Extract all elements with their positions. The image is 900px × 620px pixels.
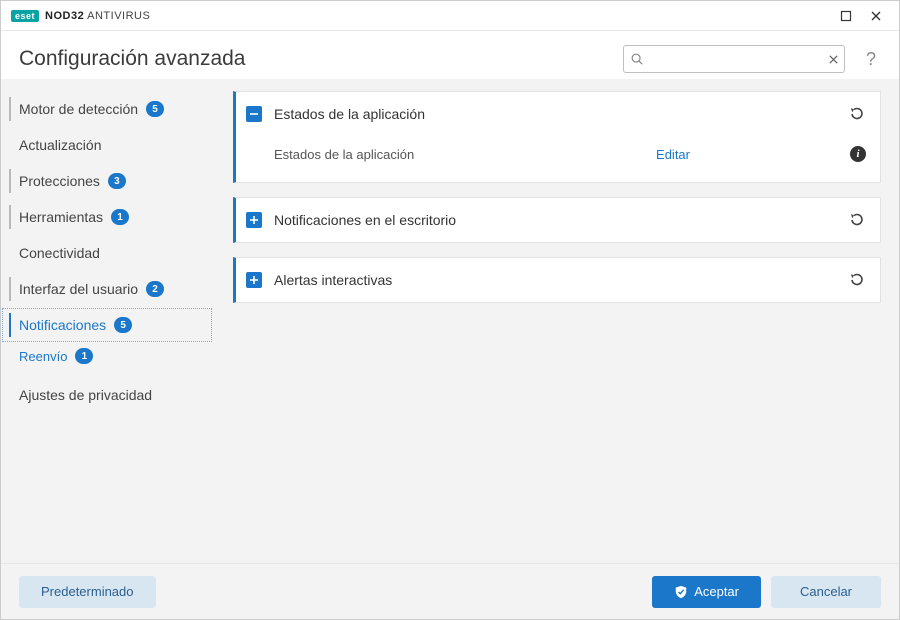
setting-label: Estados de la aplicación: [274, 147, 656, 162]
sidebar-item-badge: 3: [108, 173, 126, 189]
page-title: Configuración avanzada: [19, 47, 611, 71]
shield-icon: [674, 585, 688, 599]
panel-title: Estados de la aplicación: [274, 106, 846, 122]
close-icon: [870, 10, 882, 22]
setting-row-app-states: Estados de la aplicación Editar i: [274, 140, 866, 168]
sidebar-item-protections[interactable]: Protecciones 3: [1, 163, 213, 199]
help-button[interactable]: ?: [861, 49, 881, 69]
sidebar-item-notifications[interactable]: Notificaciones 5: [1, 307, 213, 343]
panel-reset-button[interactable]: [846, 104, 866, 124]
undo-icon: [848, 106, 864, 122]
brand-text: NOD32 ANTIVIRUS: [45, 10, 150, 22]
sidebar-item-tools[interactable]: Herramientas 1: [1, 199, 213, 235]
brand-text-rest: ANTIVIRUS: [87, 10, 150, 22]
sidebar-subitem-badge: 1: [75, 348, 93, 364]
sidebar-item-update[interactable]: Actualización: [1, 127, 213, 163]
body: Motor de detección 5 Actualización Prote…: [1, 79, 899, 563]
panel-reset-button[interactable]: [846, 210, 866, 230]
cancel-button[interactable]: Cancelar: [771, 576, 881, 608]
brand: eset NOD32 ANTIVIRUS: [11, 10, 150, 22]
sidebar-item-label: Ajustes de privacidad: [19, 387, 152, 403]
panel-reset-button[interactable]: [846, 270, 866, 290]
app-window: eset NOD32 ANTIVIRUS Configuración avanz…: [0, 0, 900, 620]
window-maximize-button[interactable]: [831, 4, 861, 28]
sidebar-item-badge: 1: [111, 209, 129, 225]
info-icon[interactable]: i: [850, 146, 866, 162]
sidebar-item-connectivity[interactable]: Conectividad: [1, 235, 213, 271]
sidebar-item-privacy[interactable]: Ajustes de privacidad: [1, 377, 213, 413]
main-content: Estados de la aplicación Estados de la a…: [221, 79, 899, 563]
sidebar-subitem-label: Reenvío: [19, 349, 67, 364]
search-input[interactable]: [644, 46, 822, 72]
sidebar-item-badge: 5: [146, 101, 164, 117]
sidebar-item-label: Protecciones: [19, 173, 100, 189]
sidebar-item-badge: 5: [114, 317, 132, 333]
sidebar-item-label: Actualización: [19, 137, 102, 153]
header: Configuración avanzada ?: [1, 31, 899, 79]
search-box[interactable]: [623, 45, 845, 73]
panel-header[interactable]: Notificaciones en el escritorio: [236, 198, 880, 242]
panel-interactive-alerts: Alertas interactivas: [233, 257, 881, 303]
panel-desktop-notifications: Notificaciones en el escritorio: [233, 197, 881, 243]
search-clear-button[interactable]: [822, 54, 844, 65]
maximize-icon: [840, 10, 852, 22]
sidebar-item-label: Notificaciones: [19, 317, 106, 333]
sidebar-item-label: Conectividad: [19, 245, 100, 261]
sidebar-item-detection-engine[interactable]: Motor de detección 5: [1, 91, 213, 127]
sidebar-item-ui[interactable]: Interfaz del usuario 2: [1, 271, 213, 307]
panel-header[interactable]: Alertas interactivas: [236, 258, 880, 302]
footer: Predeterminado Aceptar Cancelar: [1, 563, 899, 619]
panel-title: Notificaciones en el escritorio: [274, 212, 846, 228]
panel-title: Alertas interactivas: [274, 272, 846, 288]
brand-text-bold: NOD32: [45, 10, 84, 22]
titlebar: eset NOD32 ANTIVIRUS: [1, 1, 899, 31]
accept-button-label: Aceptar: [694, 584, 739, 599]
x-icon: [828, 54, 839, 65]
expand-icon: [246, 212, 262, 228]
edit-link[interactable]: Editar: [656, 147, 690, 162]
panel-app-states: Estados de la aplicación Estados de la a…: [233, 91, 881, 183]
sidebar: Motor de detección 5 Actualización Prote…: [1, 79, 221, 563]
collapse-icon: [246, 106, 262, 122]
sidebar-item-label: Motor de detección: [19, 101, 138, 117]
expand-icon: [246, 272, 262, 288]
brand-badge: eset: [11, 10, 39, 22]
accept-button[interactable]: Aceptar: [652, 576, 761, 608]
undo-icon: [848, 272, 864, 288]
search-icon: [630, 52, 644, 66]
sidebar-subitem-forwarding[interactable]: Reenvío 1: [1, 343, 213, 369]
sidebar-item-label: Herramientas: [19, 209, 103, 225]
default-button[interactable]: Predeterminado: [19, 576, 156, 608]
panel-header[interactable]: Estados de la aplicación: [236, 92, 880, 136]
undo-icon: [848, 212, 864, 228]
sidebar-item-badge: 2: [146, 281, 164, 297]
sidebar-item-label: Interfaz del usuario: [19, 281, 138, 297]
window-close-button[interactable]: [861, 4, 891, 28]
panel-body: Estados de la aplicación Editar i: [236, 136, 880, 182]
